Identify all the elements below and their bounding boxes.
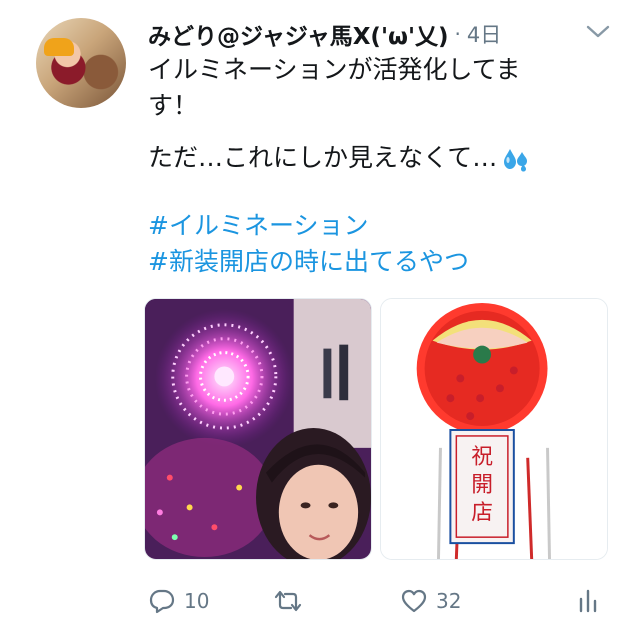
photo-illumination-selfie[interactable]	[144, 298, 372, 560]
reply-count: 10	[184, 589, 210, 613]
svg-text:祝: 祝	[471, 445, 493, 470]
media-grid: 祝 開 店	[144, 298, 608, 560]
tweet-actions: 10 32	[148, 584, 618, 618]
tweet-text-line-content: ただ…これにしか見えなくて…	[148, 143, 498, 172]
retweet-icon	[274, 590, 302, 612]
tweet-text-line: ただ…これにしか見えなくて…	[148, 140, 588, 176]
chevron-down-icon[interactable]	[584, 22, 612, 42]
photo-grand-opening-stand[interactable]: 祝 開 店	[380, 298, 608, 560]
analytics-button[interactable]	[574, 584, 602, 618]
svg-text:店: 店	[471, 500, 493, 525]
timestamp[interactable]: 4日	[467, 19, 501, 49]
analytics-icon	[579, 589, 597, 613]
sweat-droplets-icon	[504, 149, 528, 172]
tweet[interactable]: みどり@ジャジャ馬X('ω'乂) · 4日 イルミネーションが活発化してま す！…	[0, 0, 640, 627]
svg-text:開: 開	[471, 473, 493, 498]
like-button[interactable]: 32	[400, 584, 461, 618]
hat-decoration	[44, 38, 74, 56]
tweet-text: イルミネーションが活発化してま す！ ただ…これにしか見えなくて… #イルミネー…	[148, 52, 588, 280]
tweet-text-line: イルミネーションが活発化してま	[148, 55, 521, 84]
hashtag-link[interactable]: #新装開店の時に出てるやつ	[148, 244, 588, 280]
like-count: 32	[436, 589, 462, 613]
flower-stand-photo-art: 祝 開 店	[381, 299, 607, 559]
tweet-header: みどり@ジャジャ馬X('ω'乂) · 4日	[148, 16, 570, 52]
illumination-photo-art	[145, 299, 371, 559]
avatar[interactable]	[36, 18, 126, 108]
reply-icon	[149, 589, 175, 614]
tweet-text-line: す！	[148, 91, 199, 120]
display-name[interactable]: みどり@ジャジャ馬X('ω'乂)	[148, 17, 449, 51]
heart-icon	[401, 589, 427, 613]
separator-dot: ·	[454, 22, 461, 46]
reply-button[interactable]: 10	[148, 584, 209, 618]
retweet-button[interactable]	[274, 584, 310, 618]
hashtag-link[interactable]: #イルミネーション	[148, 208, 588, 244]
